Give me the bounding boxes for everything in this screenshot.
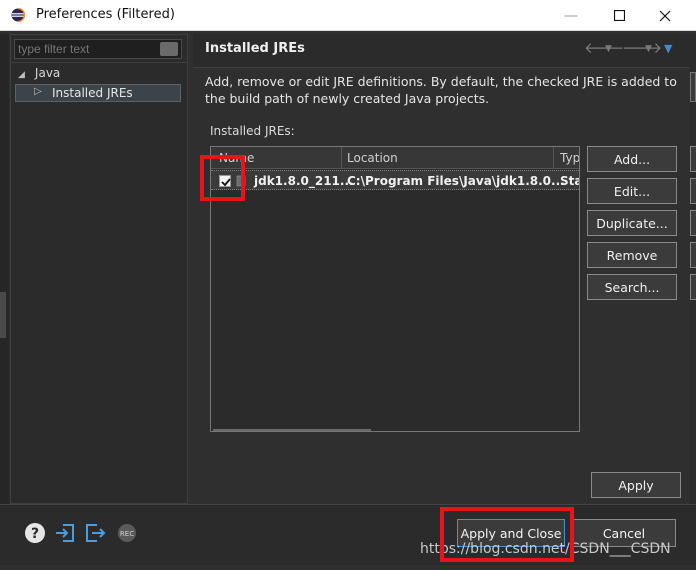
tree-item-label: Installed JREs bbox=[52, 86, 133, 100]
clipped-button[interactable] bbox=[690, 178, 696, 204]
table-row[interactable]: jdk1.8.0_211... C:\Program Files\Java\jd… bbox=[211, 170, 579, 190]
collapsed-arrow-icon: ▷ bbox=[34, 86, 42, 97]
highlight-box-checkbox bbox=[200, 155, 245, 201]
tree-item-label: Java bbox=[34, 66, 61, 80]
preference-tree-panel bbox=[10, 34, 188, 504]
divider bbox=[10, 62, 188, 63]
column-separator[interactable] bbox=[553, 147, 554, 169]
tree-item-java[interactable]: ◢ Java bbox=[16, 66, 60, 80]
column-separator[interactable] bbox=[341, 147, 342, 169]
edit-button[interactable]: Edit... bbox=[587, 178, 677, 204]
horizontal-scrollbar-thumb[interactable] bbox=[213, 429, 371, 431]
back-dropdown-icon[interactable]: ▼ bbox=[605, 44, 612, 54]
minimize-button[interactable]: — bbox=[548, 0, 594, 31]
clipped-button[interactable] bbox=[690, 210, 696, 236]
right-edge-scroll bbox=[690, 72, 696, 102]
apply-button[interactable]: Apply bbox=[591, 472, 681, 498]
export-icon[interactable] bbox=[84, 522, 106, 544]
window-title: Preferences (Filtered) bbox=[36, 7, 175, 22]
close-button[interactable] bbox=[642, 0, 688, 31]
clipped-button[interactable] bbox=[690, 146, 696, 172]
left-edge-marker bbox=[0, 292, 6, 338]
column-header-location[interactable]: Location bbox=[347, 151, 398, 165]
view-menu-icon[interactable]: ▼ bbox=[664, 42, 672, 55]
page-title: Installed JREs bbox=[205, 41, 305, 56]
help-icon[interactable]: ? bbox=[24, 522, 46, 544]
remove-button[interactable]: Remove bbox=[587, 242, 677, 268]
forward-arrow-icon[interactable]: 🡒 bbox=[622, 38, 662, 57]
jre-type: Sta bbox=[560, 174, 579, 188]
record-icon[interactable]: REC bbox=[116, 522, 138, 544]
maximize-button[interactable] bbox=[596, 0, 642, 31]
add-button[interactable]: Add... bbox=[587, 146, 677, 172]
column-header-type[interactable]: Typ bbox=[560, 151, 579, 165]
page-description: Add, remove or edit JRE definitions. By … bbox=[205, 74, 677, 106]
search-button[interactable]: Search... bbox=[587, 274, 677, 300]
clipped-button[interactable] bbox=[690, 274, 696, 300]
import-icon[interactable] bbox=[54, 522, 76, 544]
highlight-box-apply-close bbox=[440, 507, 574, 562]
jre-name: jdk1.8.0_211... bbox=[254, 174, 354, 188]
right-edge bbox=[690, 34, 696, 504]
svg-text:REC: REC bbox=[120, 530, 134, 538]
clipped-button[interactable] bbox=[690, 242, 696, 268]
clear-filter-icon[interactable] bbox=[160, 42, 178, 56]
expanded-arrow-icon: ◢ bbox=[18, 70, 25, 80]
table-header: Name Location Typ bbox=[211, 147, 579, 169]
jre-table[interactable]: Name Location Typ jdk1.8.0_211... C:\Pro… bbox=[210, 146, 580, 432]
forward-dropdown-icon[interactable]: ▼ bbox=[645, 44, 652, 54]
eclipse-icon bbox=[11, 8, 25, 22]
tree-item-installed-jres[interactable]: ▷ Installed JREs bbox=[15, 84, 181, 102]
jre-location: C:\Program Files\Java\jdk1.8.0... bbox=[347, 174, 565, 188]
duplicate-button[interactable]: Duplicate... bbox=[587, 210, 677, 236]
svg-text:?: ? bbox=[31, 526, 39, 542]
installed-jres-label: Installed JREs: bbox=[210, 124, 295, 138]
filter-input[interactable] bbox=[14, 39, 182, 59]
